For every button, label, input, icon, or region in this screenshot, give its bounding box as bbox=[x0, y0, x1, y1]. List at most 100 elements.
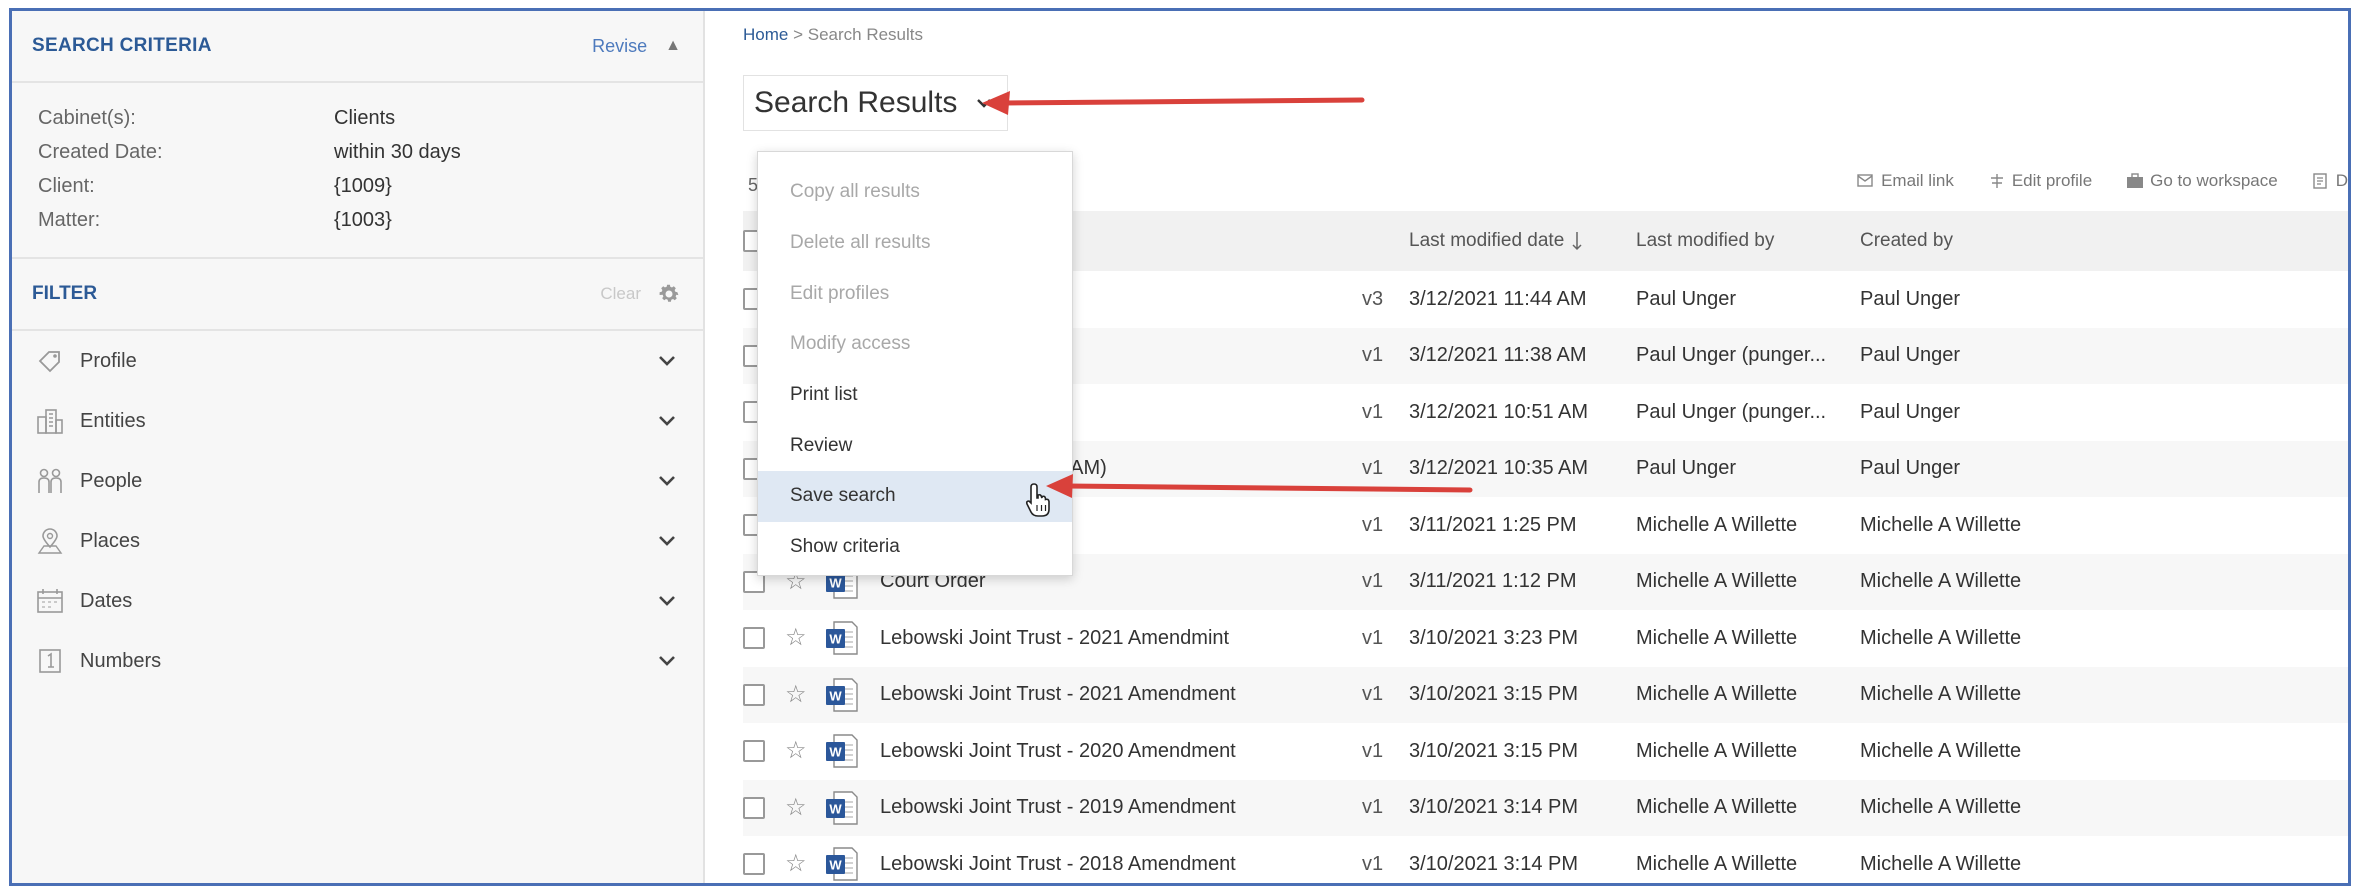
filter-title: FILTER bbox=[32, 283, 98, 304]
star-icon[interactable]: ☆ bbox=[785, 736, 807, 765]
version-label[interactable]: v1 bbox=[1362, 740, 1383, 763]
column-header-created-by[interactable]: Created by bbox=[1860, 230, 1953, 252]
word-document-icon: W bbox=[826, 791, 858, 825]
menu-item-show-criteria[interactable]: Show criteria bbox=[758, 522, 1072, 573]
word-document-icon: W bbox=[826, 734, 858, 768]
chevron-down-icon[interactable] bbox=[975, 97, 993, 109]
star-icon[interactable]: ☆ bbox=[785, 849, 807, 878]
star-icon[interactable]: ☆ bbox=[785, 623, 807, 652]
criteria-row: Cabinet(s): Clients bbox=[12, 101, 703, 135]
revise-label: Revise bbox=[592, 35, 648, 56]
svg-text:W: W bbox=[829, 745, 842, 760]
version-label[interactable]: v1 bbox=[1362, 514, 1383, 537]
criteria-row: Client: {1009} bbox=[12, 169, 703, 203]
document-name-link[interactable]: Lebowski Joint Trust - 2021 Amendment bbox=[880, 683, 1236, 706]
criteria-value: Clients bbox=[334, 106, 396, 129]
map-pin-icon bbox=[37, 528, 63, 554]
table-row[interactable]: ☆ W Lebowski Joint Trust - 2018 Amendment v… bbox=[743, 836, 2348, 883]
people-icon bbox=[38, 468, 62, 493]
criteria-value: within 30 days bbox=[334, 140, 461, 163]
last-modified-date-cell: 3/11/2021 1:12 PM bbox=[1409, 570, 1577, 593]
row-checkbox[interactable] bbox=[743, 627, 765, 650]
created-by-cell: Michelle A Willette bbox=[1860, 570, 2022, 593]
created-by-cell: Michelle A Willette bbox=[1860, 739, 2022, 762]
email-link-button[interactable]: Email link bbox=[1857, 171, 1954, 191]
table-row[interactable]: ☆ W Lebowski Joint Trust - 2021 Amendment v… bbox=[743, 666, 2348, 723]
word-document-icon: W bbox=[826, 847, 858, 881]
version-label[interactable]: v1 bbox=[1362, 457, 1383, 480]
breadcrumb-home-link[interactable]: Home bbox=[743, 25, 788, 44]
menu-item-modify-access[interactable]: Modify access bbox=[758, 319, 1072, 370]
facet-label: Places bbox=[80, 529, 141, 552]
last-modified-by-cell: Michelle A Willette bbox=[1636, 513, 1798, 536]
edit-profile-button[interactable]: Edit profile bbox=[1988, 171, 2092, 191]
last-modified-by-cell: Michelle A Willette bbox=[1636, 570, 1798, 593]
criteria-value: {1009} bbox=[334, 174, 392, 197]
chevron-down-icon[interactable] bbox=[657, 414, 677, 428]
clear-button[interactable]: Clear bbox=[600, 284, 641, 304]
version-label[interactable]: v1 bbox=[1362, 683, 1383, 706]
version-label[interactable]: v1 bbox=[1362, 344, 1383, 367]
facet-dates[interactable]: Dates bbox=[12, 571, 703, 631]
version-label[interactable]: v1 bbox=[1362, 570, 1383, 593]
page-title: Search Results bbox=[754, 86, 958, 119]
revise-button[interactable]: Revise ▲ bbox=[592, 36, 681, 57]
last-modified-date-cell: 3/12/2021 11:44 AM bbox=[1409, 287, 1587, 310]
table-row[interactable]: ☆ W Lebowski Joint Trust - 2020 Amendment v… bbox=[743, 723, 2348, 780]
menu-item-review[interactable]: Review bbox=[758, 420, 1072, 471]
created-by-cell: Michelle A Willette bbox=[1860, 626, 2022, 649]
version-label[interactable]: v1 bbox=[1362, 627, 1383, 650]
collapse-up-icon[interactable]: ▲ bbox=[665, 37, 681, 55]
chevron-down-icon[interactable] bbox=[657, 534, 677, 548]
column-header-last-modified-by[interactable]: Last modified by bbox=[1636, 230, 1774, 252]
last-modified-date-cell: 3/10/2021 3:15 PM bbox=[1409, 739, 1579, 762]
edit-profile-label: Edit profile bbox=[2011, 171, 2093, 190]
facet-profile[interactable]: Profile bbox=[12, 331, 703, 391]
number-icon bbox=[39, 649, 61, 673]
go-to-workspace-button[interactable]: Go to workspace bbox=[2126, 171, 2278, 191]
chevron-down-icon[interactable] bbox=[657, 354, 677, 368]
document-name-link[interactable]: Lebowski Joint Trust - 2018 Amendment bbox=[880, 853, 1236, 876]
last-modified-by-cell: Paul Unger bbox=[1636, 457, 1737, 480]
menu-item-delete-all-results[interactable]: Delete all results bbox=[758, 218, 1072, 269]
facet-numbers[interactable]: Numbers bbox=[12, 631, 703, 691]
criteria-row: Matter: {1003} bbox=[12, 203, 703, 237]
document-name-link[interactable]: Lebowski Joint Trust - 2020 Amendment bbox=[880, 740, 1236, 763]
star-icon[interactable]: ☆ bbox=[785, 793, 807, 822]
version-label[interactable]: v1 bbox=[1362, 796, 1383, 819]
chevron-down-icon[interactable] bbox=[657, 594, 677, 608]
facet-people[interactable]: People bbox=[12, 451, 703, 511]
gear-icon[interactable] bbox=[657, 282, 681, 306]
facet-places[interactable]: Places bbox=[12, 511, 703, 571]
version-label[interactable]: v1 bbox=[1362, 401, 1383, 424]
search-results-dropdown[interactable]: Search Results bbox=[743, 75, 1009, 131]
chevron-down-icon[interactable] bbox=[657, 654, 677, 668]
table-row[interactable]: ☆ W Lebowski Joint Trust - 2019 Amendment v… bbox=[743, 779, 2348, 836]
star-icon[interactable]: ☆ bbox=[785, 680, 807, 709]
document-name-link[interactable]: Lebowski Joint Trust - 2021 Amendmint bbox=[880, 627, 1229, 650]
menu-item-edit-profiles[interactable]: Edit profiles bbox=[758, 268, 1072, 319]
table-row[interactable]: ☆ W Lebowski Joint Trust - 2021 Amendmint v… bbox=[743, 610, 2348, 667]
row-checkbox[interactable] bbox=[743, 796, 765, 819]
row-checkbox[interactable] bbox=[743, 853, 765, 876]
last-modified-by-cell: Paul Unger bbox=[1636, 287, 1737, 310]
column-header-last-modified-date[interactable]: Last modified date bbox=[1409, 230, 1582, 252]
version-label[interactable]: v3 bbox=[1362, 288, 1383, 311]
truncated-toolbar-button[interactable]: D bbox=[2312, 171, 2348, 191]
row-checkbox[interactable] bbox=[743, 683, 765, 706]
criteria-label: Client: bbox=[38, 174, 95, 197]
created-by-cell: Paul Unger bbox=[1860, 457, 1961, 480]
criteria-label: Matter: bbox=[38, 208, 101, 231]
facet-entities[interactable]: Entities bbox=[12, 391, 703, 451]
created-by-cell: Michelle A Willette bbox=[1860, 683, 2022, 706]
last-modified-date-cell: 3/11/2021 1:25 PM bbox=[1409, 513, 1577, 536]
row-checkbox[interactable] bbox=[743, 740, 765, 763]
document-name-link[interactable]: Lebowski Joint Trust - 2019 Amendment bbox=[880, 796, 1236, 819]
last-modified-by-cell: Paul Unger (punger... bbox=[1636, 400, 1827, 423]
chevron-down-icon[interactable] bbox=[657, 474, 677, 488]
menu-item-print-list[interactable]: Print list bbox=[758, 370, 1072, 421]
document-icon bbox=[2313, 173, 2327, 189]
version-label[interactable]: v1 bbox=[1362, 853, 1383, 876]
menu-item-copy-all-results[interactable]: Copy all results bbox=[758, 167, 1072, 218]
last-modified-date-cell: 3/10/2021 3:15 PM bbox=[1409, 683, 1579, 706]
